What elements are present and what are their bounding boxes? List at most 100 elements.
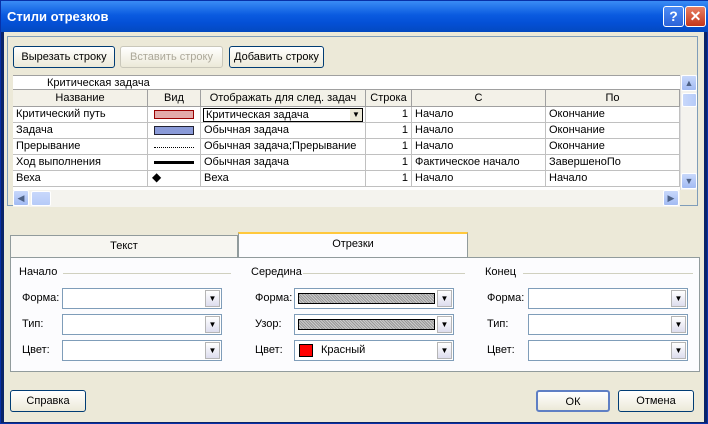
row-number[interactable]: 1	[366, 123, 412, 139]
bars-tab-panel: Начало Форма: ▼ Тип: ▼ Цвет: ▼ Середина …	[10, 257, 700, 372]
help-button[interactable]: Справка	[10, 390, 86, 412]
middle-color-select[interactable]: Красный ▼	[294, 340, 454, 361]
end-type-select[interactable]: ▼	[528, 314, 688, 335]
bar-styles-frame: Вырезать строку Вставить строку Добавить…	[7, 36, 698, 207]
chevron-down-icon[interactable]: ▼	[205, 342, 220, 359]
row-number[interactable]: 1	[366, 139, 412, 155]
window-title: Стили отрезков	[7, 9, 109, 24]
start-group-title: Начало	[19, 266, 58, 278]
bar-appearance[interactable]	[148, 123, 201, 139]
to-value[interactable]: Окончание	[546, 139, 680, 155]
scroll-right-icon[interactable]: ▶	[663, 190, 679, 206]
show-for-combo[interactable]: Критическая задача ▼	[201, 107, 366, 123]
show-for-value: Критическая задача	[203, 108, 363, 122]
middle-color-value: Красный	[321, 344, 366, 356]
table-row-name[interactable]: Критический путь	[13, 107, 148, 123]
chevron-down-icon[interactable]: ▼	[437, 316, 452, 333]
to-value[interactable]: Начало	[546, 171, 680, 187]
column-header-row[interactable]: Строка	[366, 90, 412, 107]
add-row-button[interactable]: Добавить строку	[229, 46, 324, 68]
column-header-show-for[interactable]: Отображать для след. задач	[201, 90, 366, 107]
divider	[523, 273, 693, 274]
row-number[interactable]: 1	[366, 171, 412, 187]
tab-bars[interactable]: Отрезки	[238, 232, 468, 257]
chevron-down-icon[interactable]: ▼	[671, 342, 686, 359]
chevron-down-icon[interactable]: ▼	[437, 290, 452, 307]
to-value[interactable]: ЗавершеноПо	[546, 155, 680, 171]
bar-appearance[interactable]	[148, 107, 201, 123]
scroll-thumb[interactable]	[31, 191, 51, 206]
divider	[63, 273, 231, 274]
end-color-select[interactable]: ▼	[528, 340, 688, 361]
chevron-down-icon[interactable]: ▼	[205, 290, 220, 307]
scroll-up-icon[interactable]: ▲	[681, 75, 697, 91]
start-type-select[interactable]: ▼	[62, 314, 222, 335]
bar-styles-table[interactable]: Критическая задача Название Вид Отобража…	[13, 75, 680, 190]
ok-button[interactable]: ОК	[536, 390, 610, 412]
start-color-label: Цвет:	[22, 344, 50, 356]
middle-pattern-select[interactable]: ▼	[294, 314, 454, 335]
from-value[interactable]: Начало	[412, 123, 546, 139]
cut-row-button[interactable]: Вырезать строку	[13, 46, 115, 68]
shape-preview	[298, 293, 435, 304]
dialog-footer: Справка ОК Отмена	[4, 384, 704, 422]
cell-edit-line[interactable]: Критическая задача	[13, 76, 680, 90]
column-header-to[interactable]: По	[546, 90, 680, 107]
chevron-down-icon[interactable]: ▼	[671, 290, 686, 307]
bar-appearance[interactable]: ◆	[148, 171, 201, 187]
chevron-down-icon[interactable]: ▼	[437, 342, 452, 359]
end-color-label: Цвет:	[487, 344, 515, 356]
end-shape-select[interactable]: ▼	[528, 288, 688, 309]
from-value[interactable]: Начало	[412, 107, 546, 123]
column-header-view[interactable]: Вид	[148, 90, 201, 107]
start-type-label: Тип:	[22, 318, 44, 330]
middle-group-title: Середина	[251, 266, 302, 278]
table-row-name[interactable]: Ход выполнения	[13, 155, 148, 171]
tab-strip: Текст Отрезки	[10, 232, 700, 257]
middle-shape-label: Форма:	[255, 292, 293, 304]
row-number[interactable]: 1	[366, 107, 412, 123]
middle-pattern-label: Узор:	[255, 318, 282, 330]
table-row-name[interactable]: Веха	[13, 171, 148, 187]
close-icon[interactable]: ✕	[685, 6, 706, 27]
show-for-value[interactable]: Обычная задача	[201, 155, 366, 171]
scroll-left-icon[interactable]: ◀	[13, 190, 29, 206]
from-value[interactable]: Начало	[412, 171, 546, 187]
to-value[interactable]: Окончание	[546, 123, 680, 139]
table-row-name[interactable]: Прерывание	[13, 139, 148, 155]
cancel-button[interactable]: Отмена	[618, 390, 694, 412]
end-type-label: Тип:	[487, 318, 509, 330]
column-header-from[interactable]: С	[412, 90, 546, 107]
column-header-name[interactable]: Название	[13, 90, 148, 107]
middle-color-label: Цвет:	[255, 344, 283, 356]
end-group-title: Конец	[485, 266, 517, 278]
color-swatch	[299, 344, 313, 357]
chevron-down-icon[interactable]: ▼	[350, 109, 362, 121]
start-color-select[interactable]: ▼	[62, 340, 222, 361]
horizontal-scrollbar[interactable]: ◀ ▶	[13, 190, 680, 207]
show-for-value[interactable]: Обычная задача;Прерывание	[201, 139, 366, 155]
bar-appearance[interactable]	[148, 155, 201, 171]
vertical-scrollbar[interactable]: ▲ ▼	[680, 75, 697, 190]
start-shape-select[interactable]: ▼	[62, 288, 222, 309]
scroll-down-icon[interactable]: ▼	[681, 173, 697, 189]
tab-text[interactable]: Текст	[10, 235, 238, 257]
edit-value: Критическая задача	[47, 77, 150, 89]
middle-shape-select[interactable]: ▼	[294, 288, 454, 309]
title-bar: Стили отрезков ? ✕	[1, 1, 708, 32]
from-value[interactable]: Начало	[412, 139, 546, 155]
help-icon[interactable]: ?	[663, 6, 684, 27]
table-row-name[interactable]: Задача	[13, 123, 148, 139]
show-for-value[interactable]: Веха	[201, 171, 366, 187]
bar-appearance[interactable]	[148, 139, 201, 155]
to-value[interactable]: Окончание	[546, 107, 680, 123]
chevron-down-icon[interactable]: ▼	[671, 316, 686, 333]
paste-row-button[interactable]: Вставить строку	[120, 46, 223, 68]
divider	[303, 273, 465, 274]
from-value[interactable]: Фактическое начало	[412, 155, 546, 171]
chevron-down-icon[interactable]: ▼	[205, 316, 220, 333]
row-number[interactable]: 1	[366, 155, 412, 171]
start-shape-label: Форма:	[22, 292, 60, 304]
scroll-thumb[interactable]	[682, 93, 697, 107]
show-for-value[interactable]: Обычная задача	[201, 123, 366, 139]
